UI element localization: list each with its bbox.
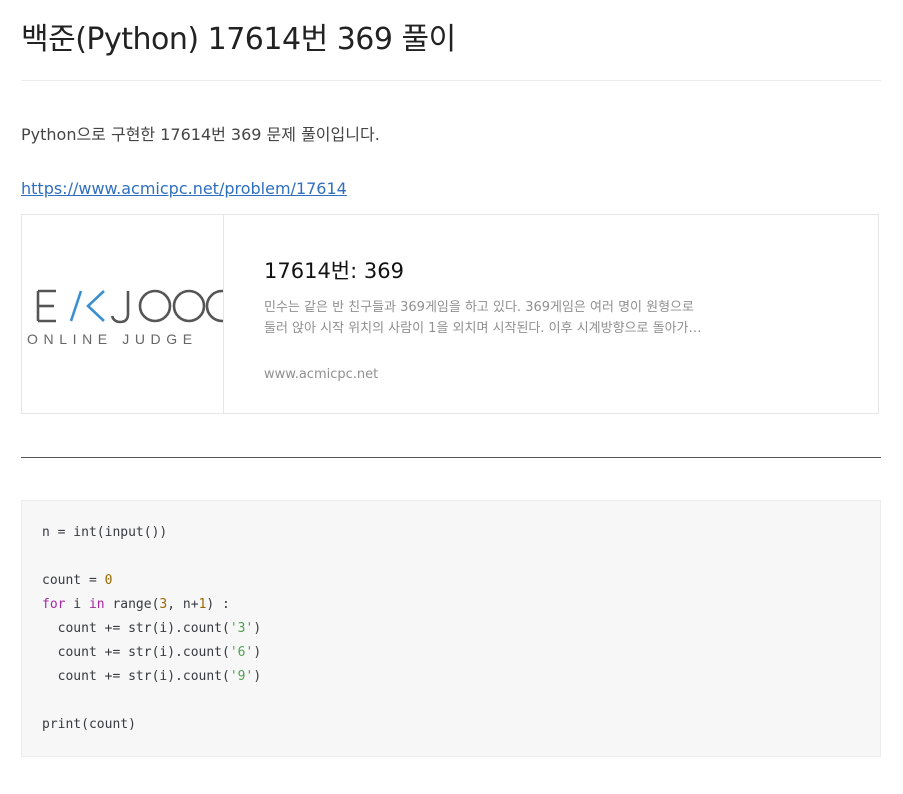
code-content: n = int(input()) count = 0 for i in range… — [42, 521, 261, 737]
code-line: for i in range(3, n+1) : — [42, 597, 230, 612]
preview-description-line: 민수는 같은 반 친구들과 369게임을 하고 있다. 369게임은 여러 명이… — [264, 300, 694, 315]
logo-letter-o2 — [172, 289, 206, 323]
link-preview-card[interactable]: ONLINE JUDGE 17614번: 369 민수는 같은 반 친구들과 3… — [21, 214, 879, 414]
code-line: print(count) — [42, 717, 136, 732]
preview-description: 민수는 같은 반 친구들과 369게임을 하고 있다. 369게임은 여러 명이… — [264, 297, 764, 339]
post-intro: Python으로 구현한 17614번 369 문제 풀이입니다. — [21, 125, 380, 144]
preview-host: www.acmicpc.net — [264, 367, 379, 382]
baekjoon-logo-icon: ONLINE JUDGE — [27, 289, 223, 347]
post-title: 백준(Python) 17614번 369 풀이 — [21, 22, 456, 57]
preview-thumbnail: ONLINE JUDGE — [22, 215, 224, 413]
logo-letter-o1 — [138, 289, 172, 323]
logo-chevron — [86, 290, 105, 322]
title-divider — [21, 80, 881, 81]
logo-letter-e — [36, 289, 56, 323]
logo-subtitle: ONLINE JUDGE — [27, 331, 198, 347]
problem-link[interactable]: https://www.acmicpc.net/problem/17614 — [21, 179, 347, 198]
preview-title: 17614번: 369 — [264, 259, 404, 283]
code-line: count += str(i).count('3') — [42, 621, 262, 636]
code-line: count = 0 — [42, 573, 113, 588]
horizontal-rule — [21, 457, 881, 458]
code-block[interactable]: n = int(input()) count = 0 for i in range… — [21, 500, 881, 757]
code-line: count += str(i).count('9') — [42, 669, 262, 684]
code-line: count += str(i).count('6') — [42, 645, 262, 660]
preview-description-line: 둘러 앉아 시작 위치의 사람이 1을 외치며 시작된다. 이후 시계방향으로 … — [264, 321, 702, 336]
logo-letter-j — [110, 291, 130, 324]
code-line: n = int(input()) — [42, 525, 168, 540]
logo-slash — [69, 290, 83, 322]
logo-letter-o3 — [205, 289, 223, 323]
